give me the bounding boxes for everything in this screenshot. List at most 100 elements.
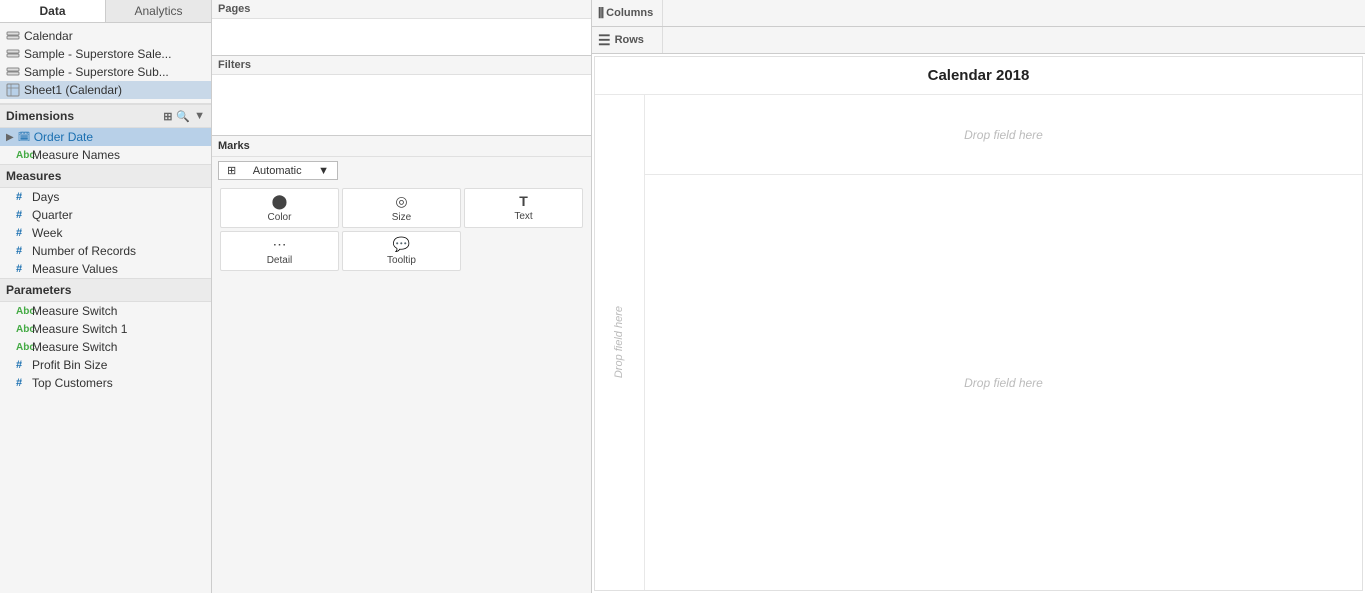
marks-text-button[interactable]: T Text bbox=[464, 188, 583, 228]
field-quarter[interactable]: # Quarter bbox=[0, 206, 211, 224]
measure-names-label: Measure Names bbox=[32, 148, 120, 162]
rows-icon: ☰ bbox=[598, 32, 611, 49]
parameters-label: Parameters bbox=[6, 283, 71, 297]
field-profit-bin-size[interactable]: # Profit Bin Size bbox=[0, 356, 211, 374]
color-icon: ⬤ bbox=[272, 193, 288, 210]
columns-drop-area[interactable] bbox=[662, 0, 1365, 26]
field-days[interactable]: # Days bbox=[0, 188, 211, 206]
parameters-header: Parameters bbox=[0, 278, 211, 302]
marks-type-row: ⊞ Automatic ▼ bbox=[212, 157, 591, 184]
hash-icon: # bbox=[16, 227, 28, 239]
days-label: Days bbox=[32, 190, 59, 204]
field-top-customers[interactable]: # Top Customers bbox=[0, 374, 211, 392]
ds-sample-sales-label: Sample - Superstore Sale... bbox=[24, 47, 171, 61]
marks-header: Marks bbox=[212, 136, 591, 157]
measures-header: Measures bbox=[0, 164, 211, 188]
field-measure-switch-2[interactable]: Abc Measure Switch bbox=[0, 338, 211, 356]
field-week[interactable]: # Week bbox=[0, 224, 211, 242]
dimensions-label: Dimensions bbox=[6, 109, 74, 123]
database-icon bbox=[6, 47, 20, 61]
marks-type-icon: ⊞ bbox=[227, 164, 236, 177]
left-drop-strip[interactable]: Drop field here bbox=[595, 95, 645, 590]
sheet-icon bbox=[6, 83, 20, 97]
text-label: Text bbox=[514, 211, 532, 222]
field-measure-switch[interactable]: Abc Measure Switch bbox=[0, 302, 211, 320]
expand-arrow-icon: ▶ bbox=[6, 132, 14, 143]
abc-icon: Abc bbox=[16, 150, 28, 161]
center-drop-hint: Drop field here bbox=[964, 376, 1043, 390]
color-label: Color bbox=[268, 212, 292, 223]
rows-drop-area[interactable] bbox=[662, 27, 1365, 53]
marks-detail-button[interactable]: ⋯ Detail bbox=[220, 231, 339, 271]
hash-icon: # bbox=[16, 359, 28, 371]
tab-data[interactable]: Data bbox=[0, 0, 106, 22]
pages-drop-area[interactable] bbox=[212, 19, 591, 55]
marks-section: Marks ⊞ Automatic ▼ ⬤ Color bbox=[212, 136, 591, 275]
right-panel: Pages Filters Marks ⊞ Automatic ▼ bbox=[212, 0, 1365, 593]
filters-drop-area[interactable] bbox=[212, 75, 591, 135]
number-of-records-label: Number of Records bbox=[32, 244, 136, 258]
left-panel-tabs: Data Analytics bbox=[0, 0, 211, 23]
columns-shelf[interactable]: ⦀ Columns bbox=[592, 0, 1365, 27]
field-measure-names[interactable]: Abc Measure Names bbox=[0, 146, 211, 164]
marks-type-label: Automatic bbox=[253, 165, 302, 177]
field-measure-switch-1[interactable]: Abc Measure Switch 1 bbox=[0, 320, 211, 338]
tab-analytics[interactable]: Analytics bbox=[106, 0, 211, 22]
rows-shelf[interactable]: ☰ Rows bbox=[592, 27, 1365, 54]
field-order-date[interactable]: ▶ 🗓 Order Date bbox=[0, 128, 211, 146]
ds-calendar[interactable]: Calendar bbox=[0, 27, 211, 45]
pages-section: Pages bbox=[212, 0, 591, 56]
marks-color-button[interactable]: ⬤ Color bbox=[220, 188, 339, 228]
ds-sample-sub-label: Sample - Superstore Sub... bbox=[24, 65, 169, 79]
hash-icon: # bbox=[16, 263, 28, 275]
filters-section: Filters bbox=[212, 56, 591, 136]
measure-switch-1-label: Measure Switch 1 bbox=[32, 322, 127, 336]
size-icon: ◎ bbox=[395, 193, 407, 210]
dropdown-arrow-icon: ▼ bbox=[318, 165, 329, 177]
field-number-of-records[interactable]: # Number of Records bbox=[0, 242, 211, 260]
marks-shelves-column: Pages Filters Marks ⊞ Automatic ▼ bbox=[212, 0, 592, 593]
left-panel: Data Analytics Calendar Sample - Superst… bbox=[0, 0, 212, 593]
top-drop-area[interactable]: Drop field here bbox=[645, 95, 1362, 175]
abc-icon: Abc bbox=[16, 306, 28, 317]
database-icon bbox=[6, 29, 20, 43]
marks-tooltip-button[interactable]: 💬 Tooltip bbox=[342, 231, 461, 271]
marks-type-dropdown[interactable]: ⊞ Automatic ▼ bbox=[218, 161, 338, 180]
columns-label-area: ⦀ Columns bbox=[592, 2, 662, 25]
grid-view-icon[interactable]: ⊞ bbox=[163, 110, 172, 123]
sort-icon[interactable]: ▼ bbox=[194, 110, 205, 123]
center-drop-area[interactable]: Drop field here bbox=[645, 175, 1362, 590]
measure-values-label: Measure Values bbox=[32, 262, 118, 276]
abc-icon: Abc bbox=[16, 324, 28, 335]
columns-label: Columns bbox=[606, 7, 653, 19]
columns-icon: ⦀ bbox=[598, 5, 602, 22]
datasources-list: Calendar Sample - Superstore Sale... Sam… bbox=[0, 23, 211, 104]
hash-icon: # bbox=[16, 377, 28, 389]
filters-label: Filters bbox=[212, 56, 591, 75]
canvas-title: Calendar 2018 bbox=[595, 57, 1362, 95]
marks-size-button[interactable]: ◎ Size bbox=[342, 188, 461, 228]
size-label: Size bbox=[392, 212, 411, 223]
measure-switch-2-label: Measure Switch bbox=[32, 340, 117, 354]
text-icon: T bbox=[519, 193, 528, 209]
ds-sheet1[interactable]: Sheet1 (Calendar) bbox=[0, 81, 211, 99]
hash-icon: # bbox=[16, 209, 28, 221]
left-drop-hint: Drop field here bbox=[612, 306, 627, 378]
week-label: Week bbox=[32, 226, 62, 240]
quarter-label: Quarter bbox=[32, 208, 73, 222]
top-customers-label: Top Customers bbox=[32, 376, 113, 390]
tooltip-icon: 💬 bbox=[393, 236, 410, 253]
search-icon[interactable]: 🔍 bbox=[176, 110, 190, 123]
field-measure-values[interactable]: # Measure Values bbox=[0, 260, 211, 278]
ds-sample-sales[interactable]: Sample - Superstore Sale... bbox=[0, 45, 211, 63]
abc-icon: Abc bbox=[16, 342, 28, 353]
canvas-body: Drop field here Drop field here Drop fie… bbox=[595, 95, 1362, 590]
measures-label: Measures bbox=[6, 169, 61, 183]
main-canvas: Calendar 2018 Drop field here Drop field… bbox=[594, 56, 1363, 591]
ds-sheet1-label: Sheet1 (Calendar) bbox=[24, 83, 122, 97]
detail-label: Detail bbox=[267, 255, 293, 266]
hash-icon: # bbox=[16, 191, 28, 203]
ds-sample-sub[interactable]: Sample - Superstore Sub... bbox=[0, 63, 211, 81]
order-date-label: Order Date bbox=[34, 130, 93, 144]
measure-switch-label: Measure Switch bbox=[32, 304, 117, 318]
